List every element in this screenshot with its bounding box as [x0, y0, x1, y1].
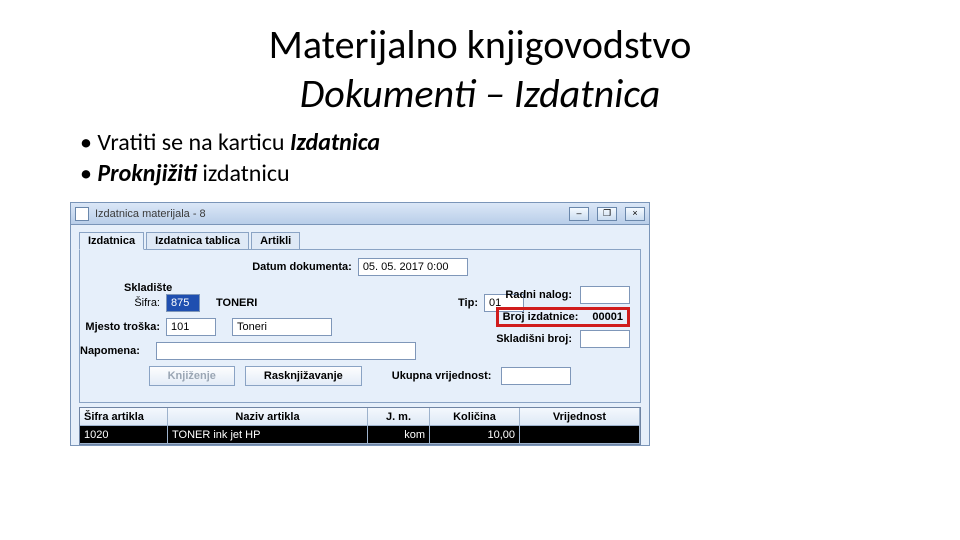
col-sifra-artikla[interactable]: Šifra artikla	[80, 408, 168, 426]
bullet-list: Vratiti se na karticu Izdatnica Proknjiž…	[80, 128, 890, 188]
col-kolicina[interactable]: Količina	[430, 408, 520, 426]
skladisni-broj-field[interactable]	[580, 330, 630, 348]
skladiste-group-label: Skladište	[124, 282, 172, 294]
app-window: Izdatnica materijala - 8 – ❐ × Izdatnica…	[70, 202, 650, 446]
bullet-1-em: Izdatnica	[290, 128, 380, 157]
datum-label: Datum dokumenta:	[252, 261, 352, 273]
grid-header-row: Šifra artikla Naziv artikla J. m. Količi…	[80, 408, 640, 426]
bullet-1-text: Vratiti se na karticu	[97, 128, 290, 157]
sifra-label: Šifra:	[90, 297, 160, 309]
cell-kolicina: 10,00	[430, 426, 520, 444]
cell-naziv: TONER ink jet HP	[168, 426, 368, 444]
ukupna-field	[501, 367, 571, 385]
tab-izdatnica-tablica[interactable]: Izdatnica tablica	[146, 232, 249, 250]
col-naziv-artikla[interactable]: Naziv artikla	[168, 408, 368, 426]
col-jm[interactable]: J. m.	[368, 408, 430, 426]
skladisni-broj-label: Skladišni broj:	[496, 333, 572, 345]
bullet-2: Proknjižiti izdatnicu	[80, 159, 890, 188]
tab-strip: Izdatnica Izdatnica tablica Artikli	[79, 231, 641, 249]
knjizenje-button[interactable]: Knjiženje	[149, 366, 235, 386]
broj-izdatnice-highlight: Broj izdatnice: 00001	[496, 307, 630, 327]
mjesto-label: Mjesto troška:	[70, 321, 160, 333]
napomena-field[interactable]	[156, 342, 416, 360]
broj-izdatnice-label: Broj izdatnice:	[503, 311, 579, 323]
close-button[interactable]: ×	[625, 207, 645, 221]
bullet-2-em: Proknjižiti	[97, 159, 197, 188]
mjesto-field[interactable]: 101	[166, 318, 216, 336]
sifra-field[interactable]: 875	[166, 294, 200, 312]
ukupna-label: Ukupna vrijednost:	[392, 370, 492, 382]
slide-title: Materijalno knjigovodstvo Dokumenti – Iz…	[70, 20, 890, 118]
minimize-button[interactable]: –	[569, 207, 589, 221]
mjesto-name-field[interactable]: Toneri	[232, 318, 332, 336]
app-icon	[75, 207, 89, 221]
datum-field[interactable]: 05. 05. 2017 0:00	[358, 258, 468, 276]
grid-row[interactable]: 1020 TONER ink jet HP kom 10,00	[80, 426, 640, 444]
cell-jm: kom	[368, 426, 430, 444]
form-area: Datum dokumenta: 05. 05. 2017 0:00 Sklad…	[79, 249, 641, 403]
napomena-label: Napomena:	[80, 345, 150, 357]
items-grid: Šifra artikla Naziv artikla J. m. Količi…	[79, 407, 641, 445]
title-line-2: Dokumenti – Izdatnica	[70, 69, 890, 118]
tab-artikli[interactable]: Artikli	[251, 232, 300, 250]
radni-nalog-field[interactable]	[580, 286, 630, 304]
titlebar: Izdatnica materijala - 8 – ❐ ×	[71, 203, 649, 225]
maximize-button[interactable]: ❐	[597, 207, 617, 221]
tab-izdatnica[interactable]: Izdatnica	[79, 232, 144, 250]
rasknjizavanje-button[interactable]: Rasknjižavanje	[245, 366, 362, 386]
cell-sifra: 1020	[80, 426, 168, 444]
skladiste-name: TONERI	[216, 297, 257, 309]
cell-vrijednost	[520, 426, 640, 444]
radni-nalog-label: Radni nalog:	[505, 289, 572, 301]
window-title: Izdatnica materijala - 8	[95, 208, 561, 220]
bullet-2-text: izdatnicu	[197, 159, 290, 188]
col-vrijednost[interactable]: Vrijednost	[520, 408, 640, 426]
bullet-1: Vratiti se na karticu Izdatnica	[80, 128, 890, 157]
title-line-1: Materijalno knjigovodstvo	[70, 20, 890, 69]
broj-izdatnice-value: 00001	[592, 311, 623, 323]
